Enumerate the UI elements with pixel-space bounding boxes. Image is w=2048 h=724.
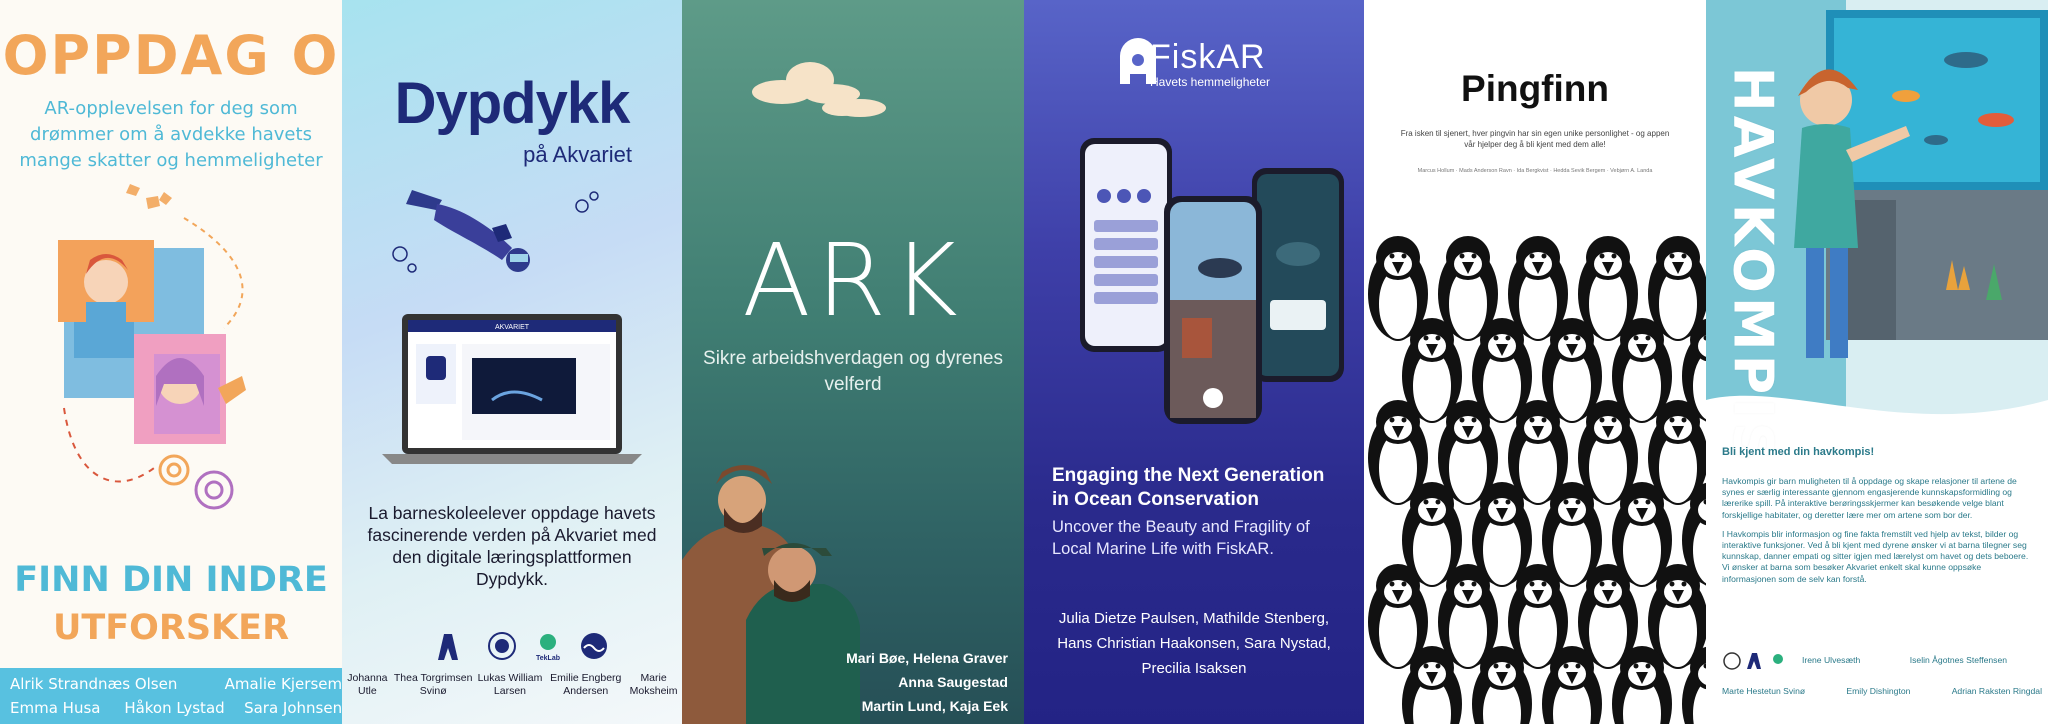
phone-right	[1252, 168, 1344, 382]
poster-subtitle: Sikre arbeidshverdagen og dyrenes velfer…	[703, 348, 1003, 395]
brand-wordmark: FiskAR Havets hemmeligheter	[1150, 38, 1270, 89]
author-name: Julia Dietze Paulsen, Mathilde Stenberg,	[1058, 610, 1330, 627]
akvariet-logo-icon	[1747, 653, 1761, 669]
author-name: Precilia Isaksen	[1141, 660, 1247, 677]
explorer-illustration	[58, 184, 246, 510]
author-name: Hans Christian Haakonsen, Sara Nystad,	[1057, 635, 1331, 652]
author-name: Irene Ulvesæth	[1802, 655, 1861, 665]
author-name: Alrik Strandnæs Olsen	[10, 675, 178, 693]
poster-title: ARK	[742, 222, 964, 339]
author-list: Irene Ulvesæth Iselin Ågotnes Steffensen	[1802, 654, 2042, 666]
cloud-icon	[752, 62, 886, 117]
poster-fiskar: FiskAR Havets hemmeligheter Engaging the…	[1024, 0, 1364, 724]
brand-tagline: Havets hemmeligheter	[1150, 75, 1271, 89]
poster-title: OPPDAG O	[2, 24, 340, 87]
author-name: Martin Lund, Kaja Eek	[861, 698, 1008, 714]
akvariet-logo-icon	[438, 634, 458, 660]
partner-logos: TekLab	[438, 632, 607, 662]
poster-oppdag-o: OPPDAG O AR-opplevelsen for deg som drøm…	[0, 0, 342, 724]
author-name: Johanna Utle	[347, 672, 388, 697]
author-list: Marcus Hollum · Mads Anderson Ravn · Ida…	[1417, 168, 1653, 174]
body-paragraph: Havkompis gir barn muligheten til å oppd…	[1722, 476, 2017, 520]
poster-title: Dypdykk	[394, 71, 631, 136]
author-name: Adrian Raksten Ringdal	[1951, 686, 2042, 696]
svg-text:TekLab: TekLab	[536, 655, 560, 662]
diver-icon	[406, 190, 530, 272]
author-name: Emma Husa Håkon Lystad	[10, 699, 225, 717]
author-name: Mari Bøe, Helena Graver	[846, 650, 1008, 666]
author-name: Iselin Ågotnes Steffensen	[1909, 655, 2008, 665]
penguin-crowd-illustration	[1368, 236, 1706, 724]
university-seal-icon	[488, 632, 516, 660]
poster-title: Pingfinn	[1461, 68, 1609, 109]
poster-ark: ARK Sikre arbeidshverdagen og dyrenes ve…	[682, 0, 1024, 724]
poster-collage: OPPDAG O AR-opplevelsen for deg som drøm…	[0, 0, 2048, 724]
poster-body: Havkompis gir barn muligheten til å oppd…	[1722, 476, 2032, 593]
tagline-line-2: UTFORSKER	[52, 608, 290, 648]
teklab-logo-icon	[1773, 654, 1783, 664]
poster-havkompis: HAVKOMPIS Bli kjent med din havkompis! H…	[1706, 0, 2048, 724]
author-name: Marie Moksheim	[629, 672, 678, 697]
poster-description: La barneskoleelever oppdage havets fasci…	[367, 503, 657, 589]
poster-heading: Engaging the Next Generation in Ocean Co…	[1052, 465, 1325, 510]
poster-dypdykk: Dypdykk på Akvariet AKVARIET La barnesko…	[342, 0, 682, 724]
author-list: Mari Bøe, Helena Graver Anna Saugestad M…	[846, 646, 1008, 718]
author-name: Amalie Kjersem	[224, 675, 342, 693]
author-list: Marte Hestetun Svinø Emily Dishington Ad…	[1722, 686, 2042, 696]
poster-subheading: Uncover the Beauty and Fragility of Loca…	[1052, 518, 1310, 558]
author-list: Julia Dietze Paulsen, Mathilde Stenberg,…	[1034, 606, 1354, 681]
poster-subtitle: AR-opplevelsen for deg som drømmer om å …	[19, 98, 323, 171]
author-name: Emily Dishington	[1846, 686, 1911, 696]
teklab-logo-icon: TekLab	[536, 634, 560, 662]
author-name: Thea Torgrimsen Svinø	[393, 672, 473, 697]
poster-subtitle: Fra isken til sjenert, hver pingvin har …	[1400, 129, 1670, 149]
tagline-line-1: FINN DIN INDRE	[14, 560, 328, 600]
author-name: Marte Hestetun Svinø	[1722, 686, 1806, 696]
author-name: Anna Saugestad	[898, 674, 1008, 690]
poster-heading: Bli kjent med din havkompis!	[1722, 446, 1875, 458]
brand-name: FiskAR	[1150, 38, 1266, 76]
university-seal-icon	[1723, 652, 1741, 670]
phone-center	[1164, 196, 1262, 424]
author-name: Emilie Engberg Andersen	[550, 672, 622, 697]
wave-logo-icon	[581, 633, 607, 659]
phone-left	[1080, 138, 1172, 352]
diver-laptop-illustration: AKVARIET	[382, 190, 642, 464]
author-name: Sara Johnsen	[244, 699, 342, 717]
body-paragraph: I Havkompis blir informasjon og fine fak…	[1722, 528, 2029, 584]
poster-tagline: FINN DIN INDRE UTFORSKER	[0, 556, 342, 652]
poster-pingfinn: Pingfinn Fra isken til sjenert, hver pin…	[1364, 0, 1706, 724]
poster-title: HAVKOMPIS	[1721, 66, 1785, 466]
partner-logos	[1723, 652, 1783, 670]
poster-subtitle: på Akvariet	[523, 142, 632, 167]
svg-text:AKVARIET: AKVARIET	[495, 324, 530, 331]
laptop-icon: AKVARIET	[382, 314, 642, 464]
author-list: Johanna Utle Thea Torgrimsen Svinø Lukas…	[342, 672, 682, 698]
author-name: Lukas William Larsen	[477, 672, 543, 697]
author-list: Alrik Strandnæs Olsen Amalie Kjersem Emm…	[0, 668, 342, 724]
zookeeper-figures	[682, 465, 860, 724]
